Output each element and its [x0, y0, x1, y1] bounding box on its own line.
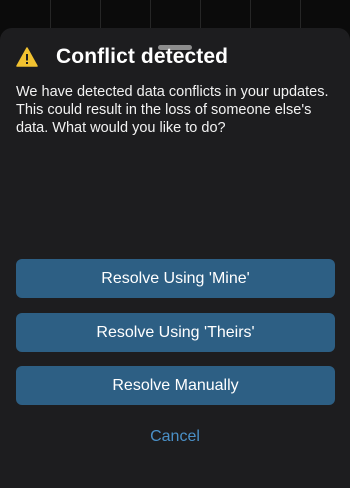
dialog-title: Conflict detected [56, 45, 229, 68]
calendar-date: 19 [119, 0, 131, 11]
resolve-mine-button[interactable]: Resolve Using 'Mine' [16, 259, 335, 298]
resolve-theirs-button[interactable]: Resolve Using 'Theirs' [16, 313, 335, 352]
calendar-date: 20 [169, 0, 181, 11]
calendar-date: 23 [319, 0, 331, 11]
warning-icon [16, 47, 38, 67]
calendar-date: 22 [269, 0, 281, 11]
calendar-date-row: 17 18 19 20 21 22 23 [0, 0, 350, 11]
dialog-message: We have detected data conflicts in your … [16, 84, 329, 136]
dialog-header: Conflict detected [16, 41, 228, 73]
calendar-date: 17 [19, 0, 31, 11]
resolve-manually-button[interactable]: Resolve Manually [16, 366, 335, 405]
calendar-date: 18 [69, 0, 81, 11]
cancel-button[interactable]: Cancel [0, 428, 350, 450]
calendar-date: 21 [219, 0, 231, 11]
